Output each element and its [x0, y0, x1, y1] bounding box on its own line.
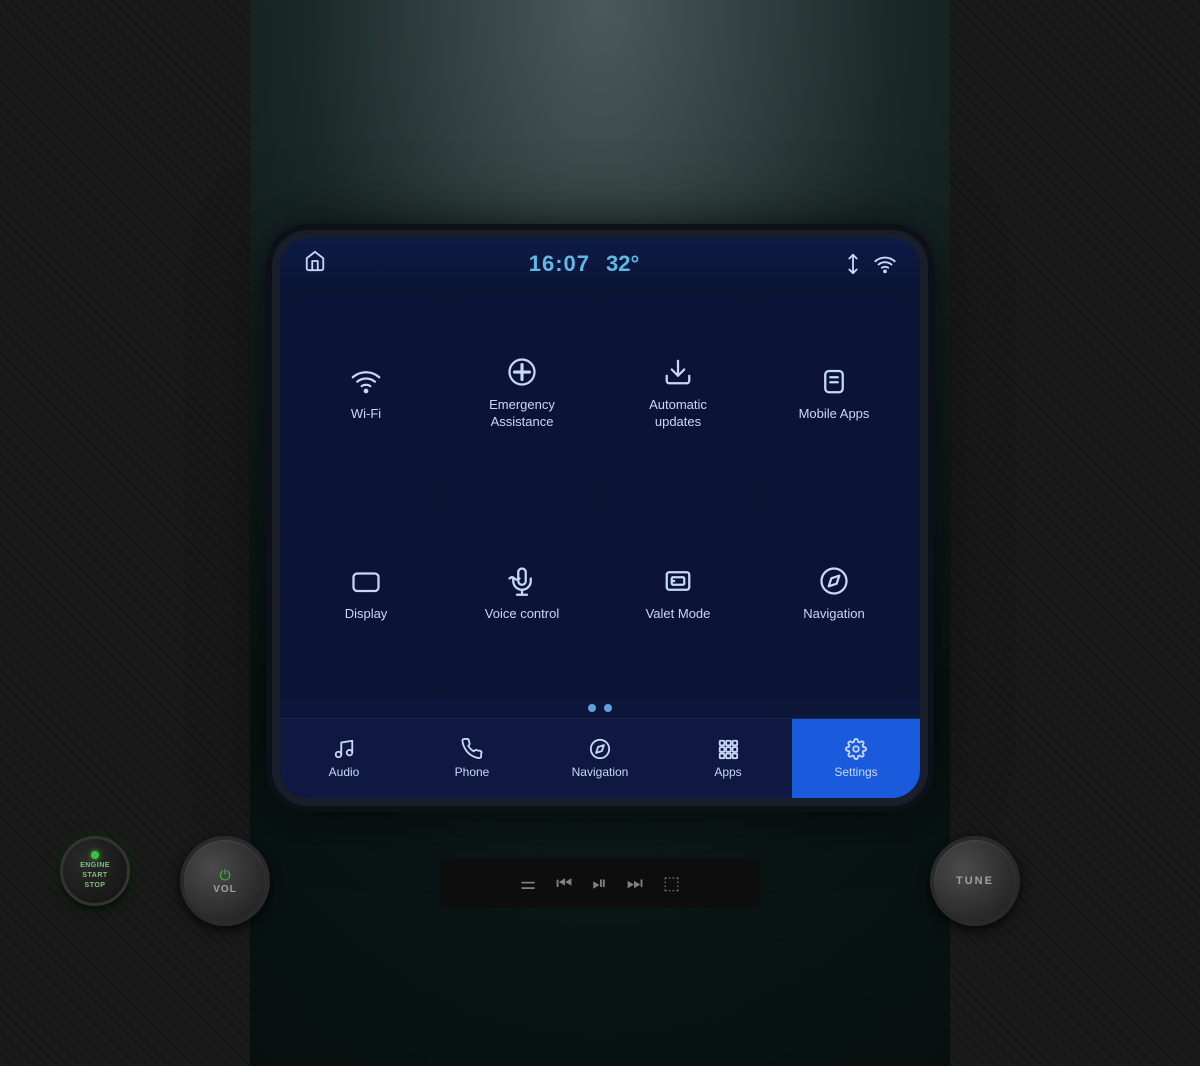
emergency-icon [507, 357, 537, 387]
home-svg [304, 250, 326, 272]
grid-item-display[interactable]: Display [292, 498, 440, 690]
updates-icon [663, 357, 693, 387]
valet-label: Valet Mode [646, 606, 711, 623]
grid-item-updates[interactable]: Automaticupdates [604, 298, 752, 490]
next-track-button[interactable]: ⏭ [627, 873, 643, 894]
grid-item-mobile-apps[interactable]: Mobile Apps [760, 298, 908, 490]
phone-icon [461, 738, 483, 760]
eq-button[interactable]: ⚌ [520, 873, 536, 894]
apps-label: Apps [714, 765, 741, 779]
grid-item-wifi[interactable]: Wi-Fi [292, 298, 440, 490]
clock-display: 16:07 [529, 251, 590, 277]
settings-label: Settings [834, 765, 877, 779]
mobile-apps-label: Mobile Apps [799, 406, 870, 423]
vol-label: VOL [213, 884, 237, 895]
home-icon[interactable] [304, 250, 326, 278]
updates-label: Automaticupdates [649, 397, 707, 431]
wifi-label: Wi-Fi [351, 406, 381, 423]
voice-icon [507, 566, 537, 596]
valet-icon [663, 566, 693, 596]
apps-icon [717, 738, 739, 760]
emergency-label: EmergencyAssistance [489, 397, 555, 431]
tune-knob[interactable]: TUNE [930, 836, 1020, 926]
settings-icon [845, 738, 867, 760]
play-pause-button[interactable]: ⏯ [592, 873, 606, 894]
physical-controls-area: ⏻ VOL ⚌ ⏮ ⏯ ⏭ ⬚ TUNE [0, 786, 1200, 986]
wifi-status-icon [874, 253, 896, 275]
header-status-icons [842, 253, 896, 275]
settings-grid: Wi-Fi EmergencyAssistance [280, 290, 920, 698]
media-controls-bar: ⚌ ⏮ ⏯ ⏭ ⬚ [440, 858, 760, 908]
navigation-nav-label: Navigation [572, 765, 629, 779]
infotainment-screen: 16:07 32° [280, 238, 920, 798]
grid-item-voice[interactable]: Voice control [448, 498, 596, 690]
screen-content: 16:07 32° [280, 238, 920, 798]
screen-off-button[interactable]: ⬚ [663, 873, 680, 894]
voice-label: Voice control [485, 606, 559, 623]
page-dot-1 [588, 704, 596, 712]
display-label: Display [345, 606, 388, 623]
screen-header: 16:07 32° [280, 238, 920, 290]
phone-label: Phone [455, 765, 490, 779]
grid-item-valet[interactable]: Valet Mode [604, 498, 752, 690]
header-time-temp: 16:07 32° [529, 251, 640, 277]
page-dot-2 [604, 704, 612, 712]
audio-label: Audio [329, 765, 360, 779]
grid-item-navigation[interactable]: Navigation [760, 498, 908, 690]
volume-knob[interactable]: ⏻ VOL [180, 836, 270, 926]
mobile-apps-icon [819, 366, 849, 396]
tune-label: TUNE [956, 875, 994, 887]
temperature-display: 32° [606, 251, 639, 277]
power-symbol: ⏻ [219, 867, 230, 884]
page-indicator [280, 698, 920, 718]
navigation-label: Navigation [803, 606, 864, 623]
nav-navigation-icon [589, 738, 611, 760]
signal-icon [842, 253, 864, 275]
navigation-icon [819, 566, 849, 596]
prev-track-button[interactable]: ⏮ [556, 873, 572, 894]
audio-icon [333, 738, 355, 760]
display-icon [351, 566, 381, 596]
grid-item-emergency[interactable]: EmergencyAssistance [448, 298, 596, 490]
wifi-icon [351, 366, 381, 396]
